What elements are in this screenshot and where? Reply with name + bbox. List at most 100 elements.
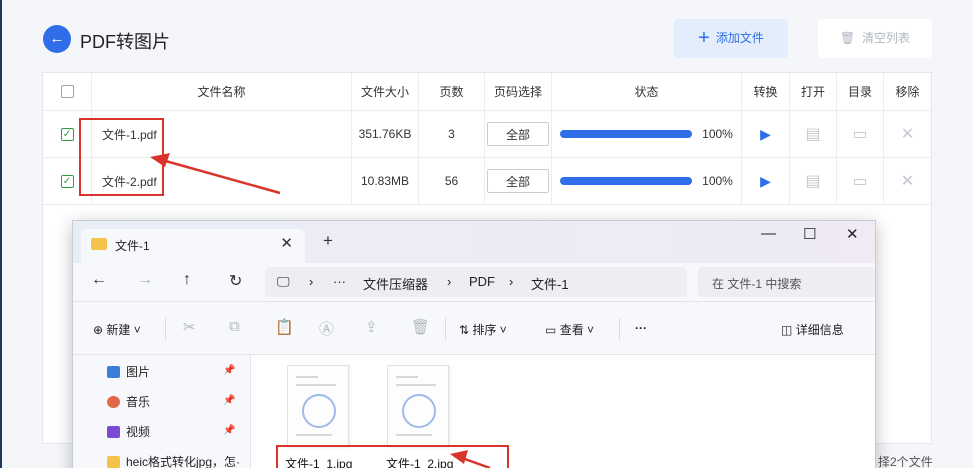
page-count: 56 <box>419 158 485 204</box>
sidebar-item-videos[interactable]: 视频 <box>107 423 150 440</box>
new-label: 新建 <box>106 323 131 337</box>
new-button[interactable]: ⊕ 新建 ˅ <box>93 321 141 338</box>
thumb-line <box>296 434 332 436</box>
col-header-name: 文件名称 <box>92 73 352 110</box>
paste-icon[interactable]: 📋 <box>275 318 294 336</box>
sort-label: 排序 <box>472 323 497 337</box>
page-range-cell: 全部 <box>485 158 552 204</box>
view-button[interactable]: ▭ 查看 ˅ <box>545 321 594 338</box>
maximize-button[interactable]: ☐ <box>803 225 816 243</box>
chevron-right-icon: › <box>447 274 452 289</box>
close-icon[interactable]: ✕ <box>901 171 914 191</box>
col-header-range: 页码选择 <box>485 73 552 110</box>
convert-cell: ▶ <box>742 158 790 204</box>
sort-icon: ⇅ <box>459 323 470 337</box>
up-arrow-icon[interactable]: ↑ <box>183 271 191 289</box>
col-header-pages: 页数 <box>419 73 485 110</box>
close-window-button[interactable]: ✕ <box>846 225 859 243</box>
progress-bar <box>560 177 693 185</box>
col-header-size: 文件大小 <box>352 73 419 110</box>
close-tab-icon[interactable]: ✕ <box>280 234 293 252</box>
thumb-line <box>396 384 436 386</box>
details-label: 详细信息 <box>795 323 844 337</box>
sidebar-item-pictures[interactable]: 图片 <box>107 363 150 380</box>
view-label: 查看 <box>559 323 584 337</box>
explorer-tab[interactable]: 文件-1 ✕ <box>81 229 305 263</box>
share-icon[interactable]: ⇪ <box>365 318 378 336</box>
progress-percent: 100% <box>702 174 733 188</box>
clear-list-button[interactable]: 🗑 清空列表 <box>818 19 932 58</box>
close-icon[interactable]: ✕ <box>901 124 914 144</box>
image-thumbnail[interactable] <box>387 365 449 447</box>
explorer-toolbar: ⊕ 新建 ˅ ✂ ⧉ 📋 Ⓐ ⇪ 🗑 ⇅ 排序 ˅ ▭ 查看 ˅ ··· ◫ 详… <box>73 301 875 355</box>
divider <box>619 318 620 340</box>
row-checkbox[interactable]: ✓ <box>60 127 74 141</box>
chevron-right-icon: › <box>309 274 314 289</box>
delete-icon[interactable]: 🗑 <box>411 318 430 336</box>
explorer-tab-bar: 文件-1 ✕ + — ☐ ✕ <box>73 221 875 263</box>
breadcrumb-item[interactable]: 文件-1 <box>531 274 569 293</box>
file-size: 351.76KB <box>352 111 419 157</box>
breadcrumb-item[interactable]: PDF <box>469 274 495 289</box>
sidebar-item-folder[interactable]: heic格式转化jpg，怎· <box>107 453 240 468</box>
document-icon[interactable]: ▤ <box>805 171 820 191</box>
folder-icon <box>107 456 120 468</box>
sort-button[interactable]: ⇅ 排序 ˅ <box>459 321 507 338</box>
refresh-icon[interactable]: ↻ <box>229 271 242 291</box>
progress-bar <box>560 130 693 138</box>
col-header-folder: 目录 <box>837 73 884 110</box>
remove-cell: ✕ <box>884 111 931 157</box>
details-pane-icon: ◫ <box>781 323 793 337</box>
details-button[interactable]: ◫ 详细信息 <box>781 321 844 338</box>
folder-icon[interactable]: ▭ <box>852 171 867 191</box>
tab-title: 文件-1 <box>115 239 150 253</box>
more-path-icon[interactable]: ··· <box>333 274 346 289</box>
status-cell: 100% <box>552 158 742 204</box>
videos-icon <box>107 426 120 438</box>
thumb-line <box>396 376 418 378</box>
convert-cell: ▶ <box>742 111 790 157</box>
back-button[interactable]: ← <box>43 25 71 53</box>
address-bar[interactable]: 🖵 › ··· 文件压缩器 › PDF › 文件-1 <box>265 267 687 297</box>
watermark-stamp <box>302 394 336 428</box>
pictures-icon <box>107 366 120 378</box>
trash-icon: 🗑 <box>840 31 856 45</box>
select-all-checkbox[interactable] <box>60 85 74 98</box>
play-icon[interactable]: ▶ <box>760 173 771 190</box>
row-checkbox[interactable]: ✓ <box>60 174 74 188</box>
sidebar-item-music[interactable]: 音乐 <box>107 393 150 410</box>
page-range-button[interactable]: 全部 <box>487 122 549 146</box>
explorer-sidebar: 图片 📌 音乐 📌 视频 📌 heic格式转化jpg，怎· <box>73 355 251 468</box>
sidebar-item-label: 音乐 <box>126 395 151 409</box>
document-icon[interactable]: ▤ <box>805 124 820 144</box>
image-thumbnail[interactable] <box>287 365 349 447</box>
chevron-right-icon: › <box>509 274 514 289</box>
col-header-convert: 转换 <box>742 73 790 110</box>
folder-cell: ▭ <box>837 111 884 157</box>
cut-icon[interactable]: ✂ <box>183 318 196 336</box>
page-range-cell: 全部 <box>485 111 552 157</box>
clear-list-label: 清空列表 <box>861 31 910 45</box>
copy-icon[interactable]: ⧉ <box>229 318 240 335</box>
search-input[interactable]: 在 文件-1 中搜索 <box>698 267 875 297</box>
folder-icon <box>91 238 107 250</box>
open-cell: ▤ <box>790 111 837 157</box>
forward-arrow-icon[interactable]: → <box>137 271 153 289</box>
col-header-status: 状态 <box>552 73 742 110</box>
view-icon: ▭ <box>545 323 557 337</box>
folder-icon[interactable]: ▭ <box>852 124 867 144</box>
breadcrumb-item[interactable]: 文件压缩器 <box>363 274 428 293</box>
back-arrow-icon[interactable]: ← <box>91 271 107 289</box>
folder-cell: ▭ <box>837 158 884 204</box>
progress-percent: 100% <box>702 127 733 141</box>
minimize-button[interactable]: — <box>761 225 776 242</box>
page-count: 3 <box>419 111 485 157</box>
add-file-button[interactable]: + 添加文件 <box>674 19 788 58</box>
highlight-box-images <box>276 445 509 468</box>
more-options-icon[interactable]: ··· <box>635 321 647 335</box>
page-range-button[interactable]: 全部 <box>487 169 549 193</box>
new-tab-button[interactable]: + <box>323 231 333 251</box>
play-icon[interactable]: ▶ <box>760 126 771 143</box>
rename-icon[interactable]: Ⓐ <box>319 318 334 339</box>
pin-icon: 📌 <box>223 365 236 376</box>
